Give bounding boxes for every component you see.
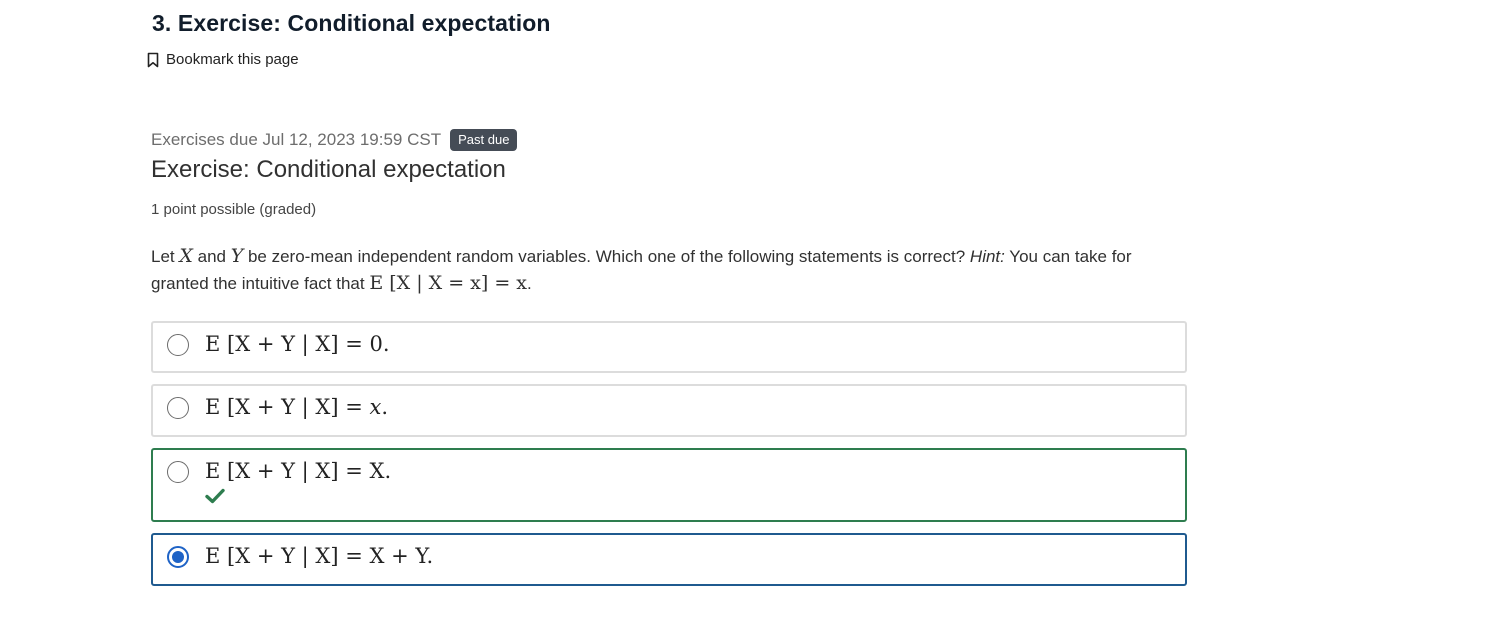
choice-lhs-4: E [X + Y | X] = (205, 544, 370, 568)
radio-button-option-1[interactable] (167, 334, 189, 356)
prompt-text-3: be zero-mean independent random variable… (243, 247, 970, 266)
prompt-text-2: and (192, 247, 231, 266)
choice-rhs-3: X (369, 459, 385, 483)
bookmark-label: Bookmark this page (166, 51, 299, 68)
due-date-row: Exercises due Jul 12, 2023 19:59 CST Pas… (151, 129, 518, 151)
radio-button-option-4[interactable] (167, 546, 189, 568)
math-var-y: Y (230, 245, 244, 267)
points-possible: 1 point possible (graded) (151, 201, 317, 218)
problem-prompt: Let X and Y be zero-mean independent ran… (151, 243, 1191, 297)
choice-rhs-4: X + Y (369, 544, 427, 568)
math-var-x: X (179, 245, 193, 267)
choice-rhs-1: 0 (369, 332, 383, 356)
radio-button-option-2[interactable] (167, 397, 189, 419)
choice-formula-3: E [X + Y | X] = X. (205, 459, 391, 483)
past-due-badge: Past due (450, 129, 518, 151)
choice-rhs-2: x (369, 395, 382, 419)
choice-option-2[interactable]: E [X + Y | X] = x. (151, 384, 1187, 437)
choice-end-2: . (381, 395, 389, 419)
page-title: 3. Exercise: Conditional expectation (152, 10, 551, 36)
choice-formula-4: E [X + Y | X] = X + Y. (205, 544, 433, 568)
hint-label: Hint: (969, 247, 1005, 266)
prompt-formula: E [X | X = x] = x (369, 272, 528, 294)
choice-end-4: . (426, 544, 434, 568)
bookmark-button[interactable]: Bookmark this page (146, 51, 299, 68)
bookmark-icon (146, 52, 160, 68)
radio-button-option-3[interactable] (167, 461, 189, 483)
problem-title: Exercise: Conditional expectation (151, 156, 506, 183)
prompt-text-5: . (527, 274, 532, 293)
prompt-text-1: Let (151, 247, 180, 266)
checkmark-icon (205, 488, 225, 509)
choice-option-1[interactable]: E [X + Y | X] = 0. (151, 321, 1187, 373)
choice-end-3: . (384, 459, 392, 483)
choice-lhs-3: E [X + Y | X] = (205, 459, 370, 483)
choice-lhs-1: E [X + Y | X] = (205, 332, 370, 356)
due-date-text: Exercises due Jul 12, 2023 19:59 CST (151, 130, 442, 149)
choice-end-1: . (382, 332, 390, 356)
choice-lhs-2: E [X + Y | X] = (205, 395, 370, 419)
choice-option-4[interactable]: E [X + Y | X] = X + Y. (151, 533, 1187, 586)
choice-formula-1: E [X + Y | X] = 0. (205, 332, 390, 356)
choice-option-3[interactable]: E [X + Y | X] = X. (151, 448, 1187, 522)
choice-formula-2: E [X + Y | X] = x. (205, 395, 388, 419)
